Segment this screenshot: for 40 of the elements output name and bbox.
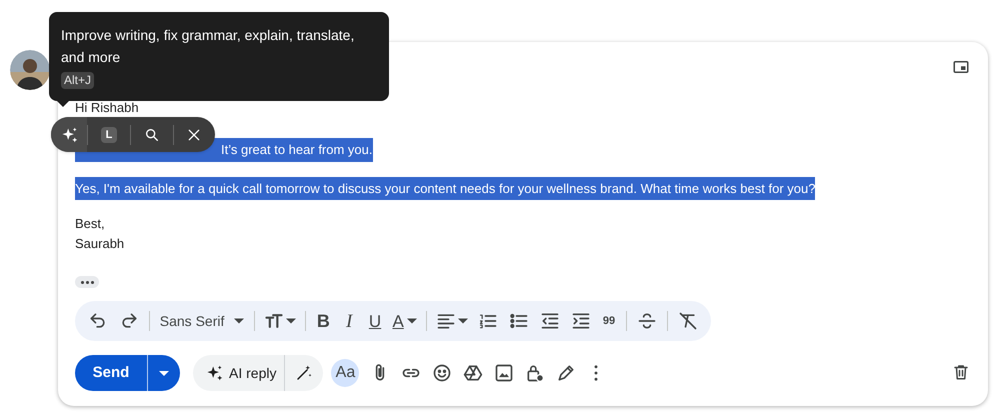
font-dropdown[interactable]: Sans Serif <box>158 310 246 332</box>
sparkle-icon <box>205 364 223 382</box>
image-icon <box>494 363 514 383</box>
magic-wand-icon <box>295 364 314 382</box>
greeting-text: Hi Rishabh <box>75 101 139 115</box>
caret-icon <box>286 318 296 324</box>
sparkle-button[interactable] <box>51 117 87 152</box>
strikethrough-icon <box>637 311 658 331</box>
italic-button[interactable]: I <box>340 312 358 330</box>
bold-button[interactable]: B <box>314 312 332 330</box>
quote-button[interactable]: 99 <box>600 316 618 326</box>
caret-icon <box>234 318 244 324</box>
shortcut-key: Alt+J <box>61 72 94 89</box>
close-icon <box>186 126 202 142</box>
tooltip-text: Improve writing, fix grammar, explain, translate, and more <box>61 26 356 67</box>
caret-icon <box>159 370 169 376</box>
trash-icon <box>952 363 970 381</box>
text-size-icon <box>264 311 284 331</box>
indent-icon <box>570 311 591 331</box>
smiley-icon <box>432 363 452 383</box>
text-size-button[interactable] <box>264 311 296 331</box>
underline-button[interactable]: U <box>366 312 384 330</box>
more-content-button[interactable] <box>75 276 99 288</box>
more-icon <box>594 365 598 381</box>
clear-format-icon <box>678 311 698 331</box>
caret-icon <box>406 318 417 324</box>
signoff-text: Best, <box>75 215 105 233</box>
shortcut-button[interactable]: L <box>101 126 117 142</box>
sparkle-icon <box>60 126 78 144</box>
pen-icon <box>556 363 576 383</box>
signoff-text: Saurabh <box>75 235 124 253</box>
outdent-icon <box>540 311 560 331</box>
bulleted-list-icon <box>508 311 529 331</box>
paragraph-text: Yes, I'm available for a quick call tomorrow to discuss your content needs for your wellness brand. What time works best for you? <box>75 176 816 200</box>
caret-icon <box>458 318 468 324</box>
padlock-icon <box>525 363 546 383</box>
popout-icon <box>952 58 970 76</box>
search-icon <box>144 126 160 142</box>
triangle-icon <box>463 363 484 383</box>
text-color-button[interactable]: A <box>392 312 417 330</box>
